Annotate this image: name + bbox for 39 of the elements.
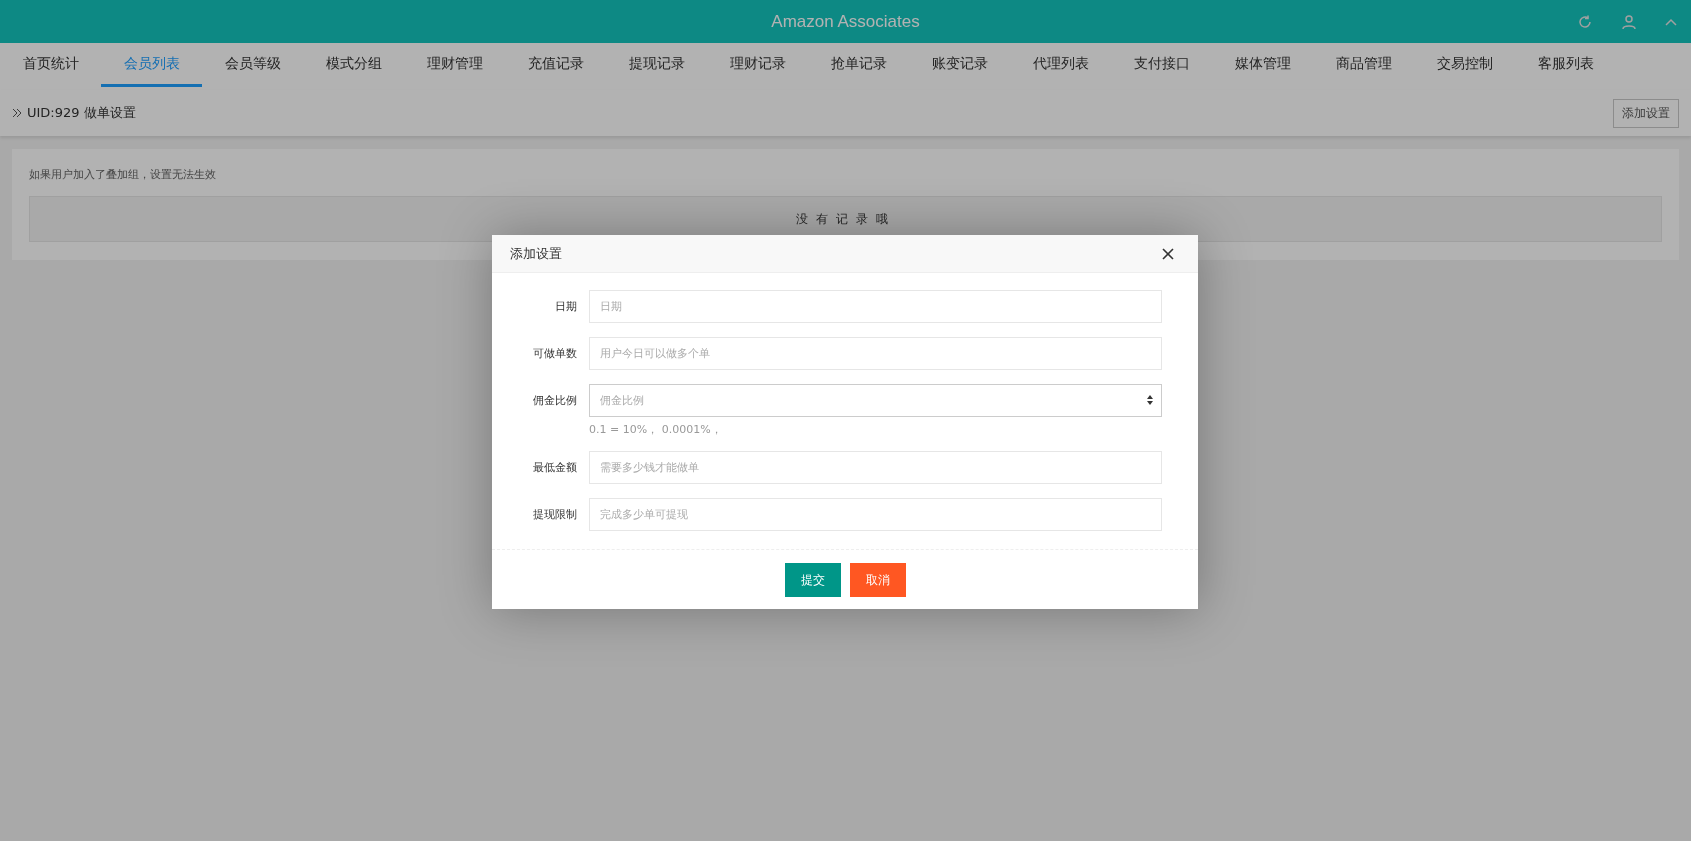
nav-tab[interactable]: 会员等级 [202,43,303,87]
field-label: 佣金比例 [532,393,577,408]
input-field[interactable]: 完成多少单可提现 [589,498,1162,531]
add-settings-button[interactable]: 添加设置 [1613,98,1679,128]
nav-tab[interactable]: 充值记录 [505,43,606,87]
nav-tab[interactable]: 模式分组 [303,43,404,87]
breadcrumb-text: UID:929 做单设置 [27,104,136,122]
nav-tab[interactable]: 交易控制 [1414,43,1515,87]
field-label: 日期 [554,299,577,314]
dialog-title: 添加设置 [510,244,562,263]
field-label: 最低金额 [532,460,577,475]
nav-tab[interactable]: 媒体管理 [1212,43,1313,87]
input-field[interactable]: 用户今日可以做多个单 [589,337,1162,370]
nav-tab[interactable]: 抢单记录 [808,43,909,87]
app-title: Amazon Associates [771,11,920,32]
close-icon[interactable] [1162,247,1174,260]
refresh-icon[interactable] [1577,13,1593,30]
caret-icon[interactable] [1665,17,1677,26]
nav-tab[interactable]: 代理列表 [1010,43,1111,87]
input-field[interactable]: 需要多少钱才能做单 [589,451,1162,484]
number-field[interactable]: 佣金比例 [589,384,1162,417]
field-label: 可做单数 [532,346,577,361]
nav-tab[interactable]: 支付接口 [1111,43,1212,87]
nav-tab[interactable]: 提现记录 [606,43,707,87]
nav-tab[interactable]: 商品管理 [1313,43,1414,87]
nav-tab[interactable]: 理财管理 [404,43,505,87]
user-icon[interactable] [1621,13,1637,30]
empty-state: 没有记录哦 [29,196,1662,242]
field-label: 提现限制 [532,507,577,522]
nav-tab[interactable]: 理财记录 [707,43,808,87]
nav-tab[interactable]: 账变记录 [909,43,1010,87]
nav-tab[interactable]: 客服列表 [1515,43,1616,87]
chevron-icon [12,108,22,118]
note-text: 如果用户加入了叠加组，设置无法生效 [29,167,217,182]
nav-tab[interactable]: 首页统计 [0,43,101,87]
input-field[interactable]: 日期 [589,290,1162,323]
spinner-icon[interactable] [1146,394,1154,406]
hint-text: 0.1 = 10%， 0.0001%， [589,422,723,437]
submit-button[interactable]: 提交 [784,563,841,597]
